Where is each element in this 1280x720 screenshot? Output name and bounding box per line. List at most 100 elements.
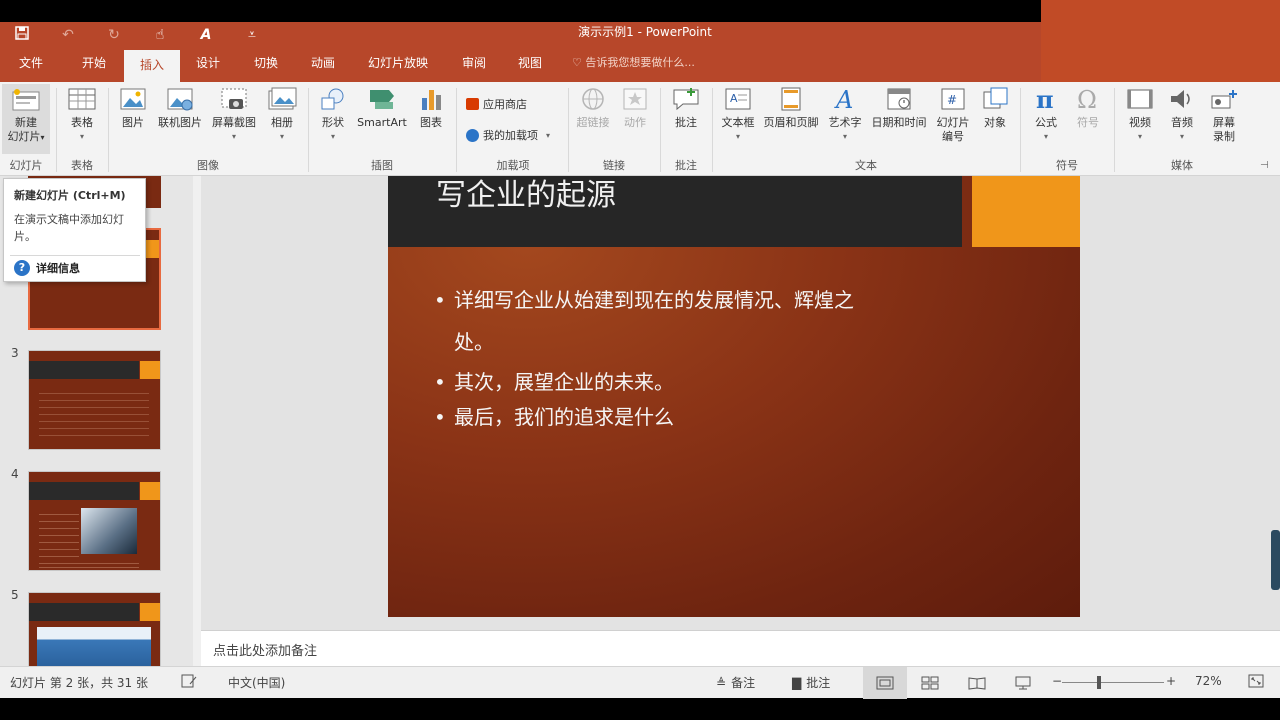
slide-thumbnail-3[interactable] xyxy=(28,350,161,450)
tab-slideshow[interactable]: 幻灯片放映 xyxy=(360,48,436,82)
tab-animations[interactable]: 动画 xyxy=(300,48,346,82)
wordart-button[interactable]: A 艺术字 ▾ xyxy=(824,86,866,144)
tab-review[interactable]: 审阅 xyxy=(452,48,496,82)
slide-thumbnail-5[interactable] xyxy=(28,592,161,666)
object-button[interactable]: 对象 xyxy=(976,86,1014,130)
zoom-slider-track[interactable] xyxy=(1062,682,1164,683)
table-button[interactable]: 表格 ▾ xyxy=(62,86,102,144)
my-addins-icon xyxy=(466,129,479,142)
tab-view[interactable]: 视图 xyxy=(508,48,552,82)
dropdown-icon: ▾ xyxy=(314,130,352,144)
new-slide-label-2: 幻灯片 xyxy=(7,130,40,143)
touch-mode-icon[interactable]: ☝ xyxy=(148,27,172,43)
current-slide[interactable]: 写企业的起源 • 详细写企业从始建到现在的发展情况、辉煌之 处。 • 其次，展望… xyxy=(388,176,1080,617)
reading-view-button[interactable] xyxy=(955,667,999,699)
thumbnail-pane-scrollbar[interactable] xyxy=(193,176,201,666)
screenshot-label: 屏幕截图 xyxy=(212,116,256,129)
bullet-continuation[interactable]: 处。 xyxy=(434,329,494,355)
smartart-button[interactable]: SmartArt xyxy=(354,86,410,130)
zoom-out-button[interactable]: − xyxy=(1052,674,1062,688)
header-footer-button[interactable]: 页眉和页脚 xyxy=(760,86,822,130)
notes-pane[interactable]: 点击此处添加备注 xyxy=(201,630,1280,666)
screenshot-button[interactable]: 屏幕截图 ▾ xyxy=(208,86,260,144)
zoom-in-button[interactable]: + xyxy=(1166,674,1176,688)
group-separator xyxy=(56,88,57,172)
object-label: 对象 xyxy=(984,116,1006,129)
group-label-links: 链接 xyxy=(574,157,654,173)
my-addins-button[interactable]: 我的加载项 ▾ xyxy=(466,127,550,143)
dropdown-icon: ▾ xyxy=(546,131,550,140)
slide-sorter-button[interactable] xyxy=(908,667,952,699)
textbox-icon: A xyxy=(723,86,753,112)
svg-text:Ω: Ω xyxy=(1077,86,1097,112)
screen-recording-icon xyxy=(1209,86,1239,112)
notes-toggle-button[interactable]: ≜ 备注 xyxy=(716,674,755,691)
font-icon[interactable]: A xyxy=(194,27,218,43)
tooltip-description: 在演示文稿中添加幻灯片。 xyxy=(14,211,142,245)
pin-ribbon-icon[interactable]: ⊣ xyxy=(1260,160,1269,171)
comments-toggle-label: 批注 xyxy=(806,674,830,691)
group-label-comments: 批注 xyxy=(666,157,706,173)
customize-qat-icon[interactable]: ⩡ xyxy=(240,27,264,43)
slide-thumbnail-4[interactable] xyxy=(28,471,161,571)
video-icon xyxy=(1125,86,1155,112)
slide-number-button[interactable]: # 幻灯片 编号 xyxy=(932,86,974,144)
dropdown-icon: ▾ xyxy=(1120,130,1160,144)
bullet-item[interactable]: • 其次，展望企业的未来。 xyxy=(434,369,674,395)
chart-button[interactable]: 图表 xyxy=(412,86,450,130)
equation-label: 公式 xyxy=(1035,116,1057,129)
equation-button[interactable]: π 公式 ▾ xyxy=(1026,86,1066,144)
undo-icon[interactable]: ↶ xyxy=(56,27,80,43)
tooltip-more-info-link[interactable]: ? 详细信息 xyxy=(14,260,80,276)
photo-album-button[interactable]: 相册 ▾ xyxy=(262,86,302,144)
bullet-item[interactable]: • 最后，我们的追求是什么 xyxy=(434,404,674,430)
tab-transitions[interactable]: 切换 xyxy=(244,48,288,82)
group-separator xyxy=(108,88,109,172)
zoom-level[interactable]: 72% xyxy=(1195,674,1222,688)
textbox-button[interactable]: A 文本框 ▾ xyxy=(718,86,758,144)
svg-text:π: π xyxy=(1036,86,1054,112)
normal-view-button[interactable] xyxy=(863,667,907,699)
redo-icon[interactable]: ↻ xyxy=(102,27,126,43)
language-status[interactable]: 中文(中国) xyxy=(228,674,285,691)
bullet-item[interactable]: • 详细写企业从始建到现在的发展情况、辉煌之 xyxy=(434,287,854,313)
save-icon[interactable] xyxy=(10,26,34,44)
header-footer-label: 页眉和页脚 xyxy=(764,116,819,129)
comments-toggle-button[interactable]: ▇ 批注 xyxy=(792,674,830,691)
slideshow-view-button[interactable] xyxy=(1001,667,1045,699)
tab-insert[interactable]: 插入 xyxy=(124,50,180,82)
shapes-button[interactable]: 形状 ▾ xyxy=(314,86,352,144)
tab-file[interactable]: 文件 xyxy=(8,48,54,82)
tell-me-search[interactable]: ♡ 告诉我您想要做什么... xyxy=(572,48,695,82)
fit-to-window-button[interactable] xyxy=(1248,674,1264,688)
spell-check-icon[interactable] xyxy=(180,674,198,688)
dropdown-icon: ▾ xyxy=(262,130,302,144)
store-button[interactable]: 应用商店 xyxy=(466,96,527,112)
slide-title[interactable]: 写企业的起源 xyxy=(436,176,616,216)
fit-window-icon xyxy=(1248,674,1264,688)
tab-home[interactable]: 开始 xyxy=(70,48,118,82)
photo-album-icon xyxy=(267,86,297,112)
comment-button[interactable]: 批注 xyxy=(666,86,706,130)
hyperlink-button[interactable]: 超链接 xyxy=(574,86,612,130)
audio-button[interactable]: 音频 ▾ xyxy=(1162,86,1202,144)
group-separator xyxy=(1020,88,1021,172)
picture-button[interactable]: 图片 xyxy=(114,86,152,130)
bullet-text: 最后，我们的追求是什么 xyxy=(434,404,674,430)
window-controls-area xyxy=(1041,0,1280,90)
screen-recording-button[interactable]: 屏幕 录制 xyxy=(1204,86,1244,144)
symbol-button[interactable]: Ω 符号 xyxy=(1068,86,1108,130)
chart-icon xyxy=(416,86,446,112)
video-button[interactable]: 视频 ▾ xyxy=(1120,86,1160,144)
date-time-button[interactable]: 日期和时间 xyxy=(868,86,930,130)
bullet-icon: • xyxy=(434,287,446,313)
zoom-slider-thumb[interactable] xyxy=(1097,676,1101,689)
action-button[interactable]: 动作 xyxy=(616,86,654,130)
online-pictures-button[interactable]: 联机图片 xyxy=(154,86,206,130)
editor-scrollbar-thumb[interactable] xyxy=(1271,530,1280,590)
notes-placeholder: 点击此处添加备注 xyxy=(213,640,317,659)
status-bar: 幻灯片 第 2 张，共 31 张 中文(中国) ≜ 备注 ▇ 批注 − xyxy=(0,666,1280,698)
online-pictures-icon xyxy=(165,86,195,112)
new-slide-button[interactable]: 新建 幻灯片▾ xyxy=(2,84,50,154)
tab-design[interactable]: 设计 xyxy=(186,48,230,82)
